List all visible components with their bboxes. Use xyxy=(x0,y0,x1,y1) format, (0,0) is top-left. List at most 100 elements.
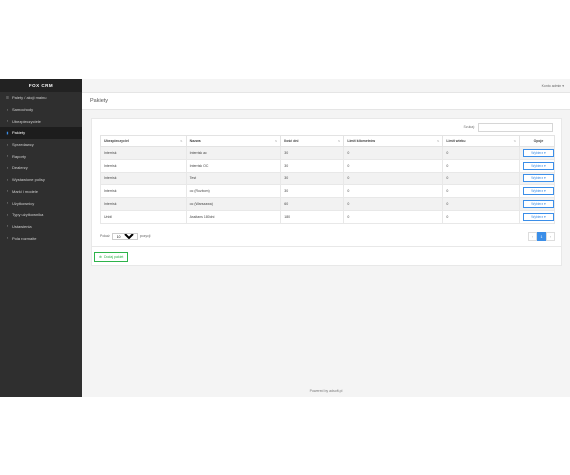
caret-down-icon: ▾ xyxy=(543,214,546,219)
sidebar-item-label: Sprzedawcy xyxy=(12,142,34,148)
sidebar-item-label: Samochody xyxy=(12,107,34,113)
sidebar-item-label: Ustawienia xyxy=(12,223,32,229)
footer: Powered by adsoft.pl xyxy=(82,385,570,397)
choose-button-label: Wybierz xyxy=(531,202,544,207)
sidebar-item-3[interactable]: ▪ Ubezpieczyciele xyxy=(0,115,82,127)
table-row: Unbil Assitans 180dni 180 0 0 Wybierz ▾ xyxy=(100,209,556,224)
choose-button[interactable]: Wybierz ▾ xyxy=(522,174,554,183)
sort-icon[interactable]: ⇅ xyxy=(338,139,341,143)
packages-card: Szukaj: Ubezpieczyciel ⇅ Nazwa ⇅ Ilość dni ⇅ L… xyxy=(91,118,562,251)
table-header-row: Ubezpieczyciel ⇅ Nazwa ⇅ Ilość dni ⇅ Limit kil… xyxy=(100,135,556,147)
caret-down-icon: ▾ xyxy=(543,202,546,207)
table-row: Interrisk Interrisk OC 30 0 0 Wybierz ▾ xyxy=(100,158,556,173)
file-icon: ☰ xyxy=(5,95,10,100)
sidebar-item-label: Wystawione polisy xyxy=(12,177,45,183)
page-length-select[interactable]: 10 xyxy=(111,232,138,240)
cell-name: Interrisk OC xyxy=(185,158,282,173)
cell-insurer: Unbil xyxy=(100,209,187,224)
choose-button-label: Wybierz xyxy=(531,163,544,168)
column-header-label: Opcje xyxy=(533,139,544,143)
sidebar-item-9[interactable]: ▪ Marki i modele xyxy=(0,186,82,198)
caret-down-icon: ▾ xyxy=(543,176,546,181)
sidebar-item-label: Dealerzy xyxy=(12,165,28,171)
add-package-button[interactable]: ⊕ Dodaj pakiet xyxy=(94,252,129,262)
column-header-3[interactable]: Ilość dni ⇅ xyxy=(280,135,345,147)
column-header-5[interactable]: Limit wieku ⇅ xyxy=(442,135,520,147)
sidebar-item-label: Pola rozmaite xyxy=(12,235,37,241)
sidebar-item-10[interactable]: ▪ Użytkownicy xyxy=(0,197,82,209)
table-body: Interrisk Interrisk ac 30 0 0 Wybierz ▾ Interr… xyxy=(100,146,556,224)
choose-button-label: Wybierz xyxy=(531,150,544,155)
cell-days: 30 xyxy=(280,158,345,173)
model-icon: ▪ xyxy=(6,189,9,194)
box-icon: ▮ xyxy=(6,130,9,135)
sort-icon[interactable]: ⇅ xyxy=(437,139,440,143)
choose-button[interactable]: Wybierz ▾ xyxy=(522,161,554,170)
search-label: Szukaj: xyxy=(463,125,475,129)
people-icon: ▪ xyxy=(6,119,9,124)
table-row: Interrisk oc (Rozbom) 30 0 0 Wybierz ▾ xyxy=(100,184,556,199)
page-title: Pakiety xyxy=(90,98,109,104)
cell-days: 60 xyxy=(280,197,345,211)
sort-icon[interactable]: ⇅ xyxy=(180,139,183,143)
cell-name: Test xyxy=(185,171,282,186)
search-input[interactable] xyxy=(478,122,553,132)
cell-age: 0 xyxy=(442,197,520,211)
pagination-current[interactable]: 1 xyxy=(537,231,546,241)
sidebar-item-8[interactable]: ▪ Wystawione polisy xyxy=(0,174,82,186)
cell-insurer: Interrisk xyxy=(100,197,187,211)
top-bar: Konto admin ▾ xyxy=(82,79,570,92)
user-types-icon: ▪ xyxy=(6,212,9,217)
sidebar-item-12[interactable]: ▪ Ustawienia xyxy=(0,221,82,233)
list-icon: ▪ xyxy=(6,177,9,182)
cell-days: 30 xyxy=(280,184,345,199)
sort-icon[interactable]: ⇅ xyxy=(513,139,516,143)
length-label-after: pozycji xyxy=(139,234,151,238)
cell-insurer: Interrisk xyxy=(100,146,187,160)
gear-icon: ▪ xyxy=(6,224,9,229)
brand-logo[interactable]: FOX CRM xyxy=(0,79,82,92)
pagination: ‹ 1 › xyxy=(528,231,555,241)
cell-age: 0 xyxy=(442,171,520,186)
column-header-6[interactable]: Opcje xyxy=(518,135,556,147)
sidebar-item-2[interactable]: ▪ Samochody xyxy=(0,104,82,116)
cell-km: 0 xyxy=(343,184,444,199)
column-header-2[interactable]: Nazwa ⇅ xyxy=(185,135,282,147)
choose-button[interactable]: Wybierz ▾ xyxy=(522,212,554,221)
choose-button[interactable]: Wybierz ▾ xyxy=(522,148,554,157)
cell-insurer: Interrisk xyxy=(100,184,187,199)
length-label-before: Pokaż xyxy=(100,234,110,238)
cell-days: 30 xyxy=(280,171,345,186)
sidebar-item-13[interactable]: ▪ Pola rozmaite xyxy=(0,232,82,244)
sidebar-item-11[interactable]: ▪ Typy użytkownika xyxy=(0,209,82,221)
column-header-1[interactable]: Ubezpieczyciel ⇅ xyxy=(100,135,187,147)
sidebar-item-6[interactable]: ▪ Raporty xyxy=(0,150,82,162)
sidebar-item-4[interactable]: ▮ Pakiety xyxy=(0,127,82,139)
pagination-prev[interactable]: ‹ xyxy=(528,231,537,241)
choose-button-label: Wybierz xyxy=(531,214,544,219)
plus-icon: ⊕ xyxy=(99,255,102,259)
sort-icon[interactable]: ⇅ xyxy=(275,139,278,143)
dealer-icon: ▪ xyxy=(6,165,9,170)
choose-button[interactable]: Wybierz ▾ xyxy=(522,187,554,196)
cell-age: 0 xyxy=(442,146,520,160)
sidebar-item-label: Typy użytkownika xyxy=(12,212,44,218)
sidebar-item-label: Pakiety xyxy=(12,130,26,136)
sidebar-item-label: Użytkownicy xyxy=(12,200,35,206)
sidebar-item-label: Palety / akcji mainu xyxy=(12,95,47,101)
cell-days: 180 xyxy=(280,209,345,224)
cell-km: 0 xyxy=(343,146,444,160)
sidebar-item-7[interactable]: ▪ Dealerzy xyxy=(0,162,82,174)
cell-insurer: Interrisk xyxy=(100,158,187,173)
sidebar-item-5[interactable]: ▪ Sprzedawcy xyxy=(0,139,82,151)
choose-button[interactable]: Wybierz ▾ xyxy=(522,200,554,209)
user-menu[interactable]: Konto admin ▾ xyxy=(542,84,564,88)
sidebar-item-1[interactable]: ☰ Palety / akcji mainu xyxy=(0,92,82,104)
column-header-4[interactable]: Limit kilometrów ⇅ xyxy=(343,135,444,147)
cell-name: Interrisk ac xyxy=(185,146,282,160)
car-icon: ▪ xyxy=(6,107,9,112)
footer-text: Powered by adsoft.pl xyxy=(309,389,343,393)
pagination-next[interactable]: › xyxy=(546,231,555,241)
page-header: Pakiety xyxy=(82,92,570,110)
packages-table: Ubezpieczyciel ⇅ Nazwa ⇅ Ilość dni ⇅ Limit kil… xyxy=(100,135,556,224)
